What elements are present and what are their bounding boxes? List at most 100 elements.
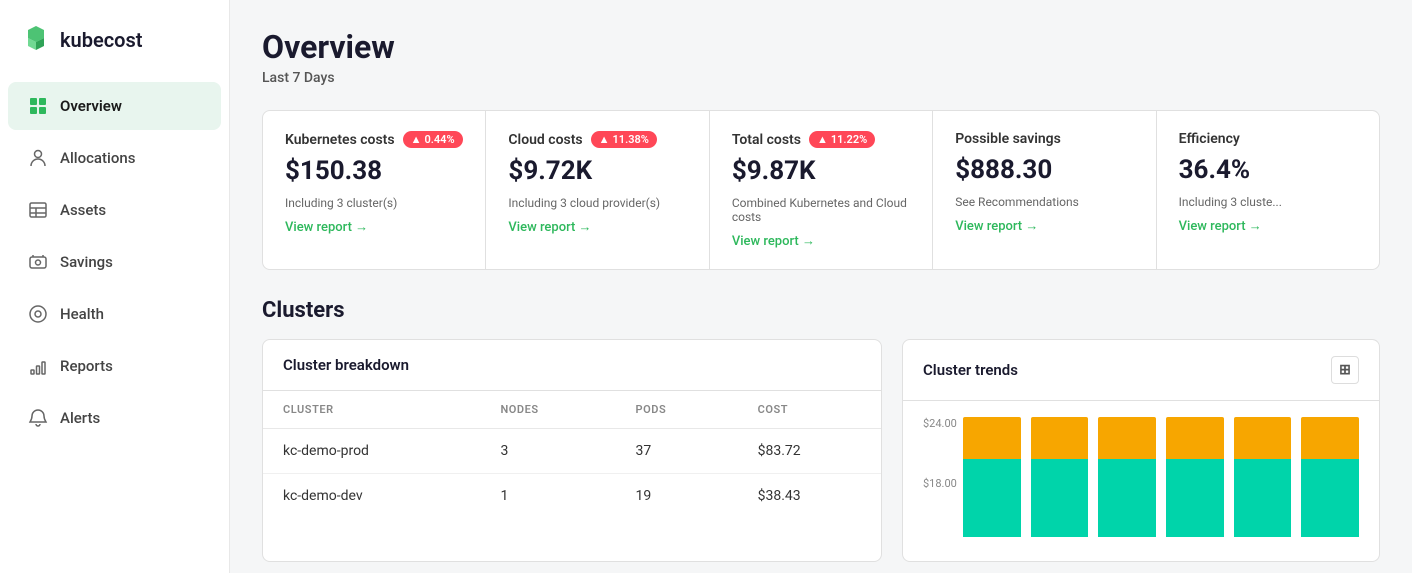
sidebar-item-overview[interactable]: Overview xyxy=(8,82,221,130)
y-label-top: $24.00 xyxy=(923,417,957,430)
cluster-breakdown-panel: Cluster breakdown CLUSTER NODES PODS COS… xyxy=(262,339,882,562)
cloud-costs-note: Including 3 cloud provider(s) xyxy=(508,196,686,210)
sidebar-item-allocations[interactable]: Allocations xyxy=(8,134,221,182)
health-icon xyxy=(28,304,48,324)
bar-bottom xyxy=(1098,459,1156,537)
sidebar-item-allocations-label: Allocations xyxy=(60,149,135,167)
page-subtitle: Last 7 Days xyxy=(262,70,1380,86)
efficiency-title: Efficiency xyxy=(1179,131,1357,147)
cloud-costs-badge: ▲ 11.38% xyxy=(591,131,657,148)
cloud-costs-title: Cloud costs ▲ 11.38% xyxy=(508,131,686,148)
chart-bars-container xyxy=(963,417,1359,537)
total-costs-note: Combined Kubernetes and Cloud costs xyxy=(732,196,910,224)
main-content: Overview Last 7 Days Kubernetes costs ▲ … xyxy=(230,0,1412,573)
cluster-nodes: 1 xyxy=(480,474,615,519)
possible-savings-value: $888.30 xyxy=(955,155,1133,185)
cluster-name: kc-demo-prod xyxy=(263,429,480,474)
efficiency-value: 36.4% xyxy=(1179,155,1357,185)
cluster-trends-header: Cluster trends ⊞ xyxy=(903,340,1379,401)
bar-top xyxy=(1166,417,1224,459)
clusters-row: Cluster breakdown CLUSTER NODES PODS COS… xyxy=(262,339,1380,562)
bar-bottom xyxy=(1166,459,1224,537)
cluster-trends-panel: Cluster trends ⊞ $24.00 $18.00 xyxy=(902,339,1380,562)
col-cluster: CLUSTER xyxy=(263,391,480,429)
cloud-view-report-link[interactable]: View report → xyxy=(508,219,591,235)
sidebar-item-overview-label: Overview xyxy=(60,97,122,115)
bar-group-5 xyxy=(1234,417,1292,537)
savings-view-report-link[interactable]: View report → xyxy=(955,218,1038,234)
sidebar-item-alerts[interactable]: Alerts xyxy=(8,394,221,442)
sidebar-item-health[interactable]: Health xyxy=(8,290,221,338)
cost-cards-container: Kubernetes costs ▲ 0.44% $150.38 Includi… xyxy=(262,110,1380,270)
cluster-cost: $83.72 xyxy=(738,429,881,474)
sidebar-item-reports[interactable]: Reports xyxy=(8,342,221,390)
bar-group-4 xyxy=(1166,417,1224,537)
bar-top xyxy=(1098,417,1156,459)
table-row: kc-demo-dev 1 19 $38.43 xyxy=(263,474,881,519)
bar-bottom xyxy=(1031,459,1089,537)
possible-savings-note: See Recommendations xyxy=(955,195,1133,209)
sidebar-item-health-label: Health xyxy=(60,305,104,323)
kubernetes-costs-note: Including 3 cluster(s) xyxy=(285,196,463,210)
cost-card-efficiency: Efficiency 36.4% Including 3 cluste... V… xyxy=(1157,111,1379,269)
table-header-row: CLUSTER NODES PODS COST xyxy=(263,391,881,429)
cluster-pods: 19 xyxy=(615,474,737,519)
sidebar-item-savings-label: Savings xyxy=(60,253,113,271)
chart-y-axis: $24.00 $18.00 xyxy=(923,417,957,537)
efficiency-view-report-link[interactable]: View report → xyxy=(1179,218,1262,234)
bar-top xyxy=(1234,417,1292,459)
person-icon xyxy=(28,148,48,168)
table-icon xyxy=(28,200,48,220)
expand-button[interactable]: ⊞ xyxy=(1331,356,1359,384)
bar-group-6 xyxy=(1301,417,1359,537)
cost-card-total: Total costs ▲ 11.22% $9.87K Combined Kub… xyxy=(710,111,933,269)
bar-top xyxy=(963,417,1021,459)
sidebar-item-savings[interactable]: Savings xyxy=(8,238,221,286)
col-pods: PODS xyxy=(615,391,737,429)
cluster-cost: $38.43 xyxy=(738,474,881,519)
grid-icon xyxy=(28,96,48,116)
up-arrow-icon: ▲ xyxy=(599,133,610,146)
up-arrow-icon: ▲ xyxy=(411,133,422,146)
y-label-mid: $18.00 xyxy=(923,477,957,490)
bar-bottom xyxy=(1301,459,1359,537)
sidebar-item-reports-label: Reports xyxy=(60,357,113,375)
logo-area: kubecost xyxy=(0,16,229,80)
bar-bottom xyxy=(1234,459,1292,537)
cost-card-kubernetes: Kubernetes costs ▲ 0.44% $150.38 Includi… xyxy=(263,111,486,269)
page-title: Overview xyxy=(262,28,1380,66)
savings-icon xyxy=(28,252,48,272)
bell-icon xyxy=(28,408,48,428)
cluster-trends-title: Cluster trends xyxy=(923,361,1018,379)
bar-top xyxy=(1031,417,1089,459)
total-costs-badge: ▲ 11.22% xyxy=(809,131,875,148)
bar-bottom xyxy=(963,459,1021,537)
total-costs-value: $9.87K xyxy=(732,156,910,186)
total-view-report-link[interactable]: View report → xyxy=(732,233,815,249)
logo-text: kubecost xyxy=(60,28,142,52)
kubernetes-costs-value: $150.38 xyxy=(285,156,463,186)
bar-group-2 xyxy=(1031,417,1089,537)
col-cost: COST xyxy=(738,391,881,429)
sidebar-item-alerts-label: Alerts xyxy=(60,409,100,427)
col-nodes: NODES xyxy=(480,391,615,429)
kubernetes-view-report-link[interactable]: View report → xyxy=(285,219,368,235)
possible-savings-title: Possible savings xyxy=(955,131,1133,147)
sidebar-item-assets-label: Assets xyxy=(60,201,106,219)
kubernetes-costs-badge: ▲ 0.44% xyxy=(403,131,463,148)
table-row: kc-demo-prod 3 37 $83.72 xyxy=(263,429,881,474)
kubecost-logo-icon xyxy=(20,24,52,56)
chart-inner: $24.00 $18.00 xyxy=(923,417,1359,547)
reports-icon xyxy=(28,356,48,376)
cluster-pods: 37 xyxy=(615,429,737,474)
efficiency-note: Including 3 cluste... xyxy=(1179,195,1357,209)
bar-group-1 xyxy=(963,417,1021,537)
cluster-nodes: 3 xyxy=(480,429,615,474)
cost-card-cloud: Cloud costs ▲ 11.38% $9.72K Including 3 … xyxy=(486,111,709,269)
clusters-section-title: Clusters xyxy=(262,298,1380,323)
cluster-breakdown-table: CLUSTER NODES PODS COST kc-demo-prod 3 3… xyxy=(263,391,881,518)
total-costs-title: Total costs ▲ 11.22% xyxy=(732,131,910,148)
sidebar: kubecost Overview Allocations Assets xyxy=(0,0,230,573)
cluster-name: kc-demo-dev xyxy=(263,474,480,519)
sidebar-item-assets[interactable]: Assets xyxy=(8,186,221,234)
